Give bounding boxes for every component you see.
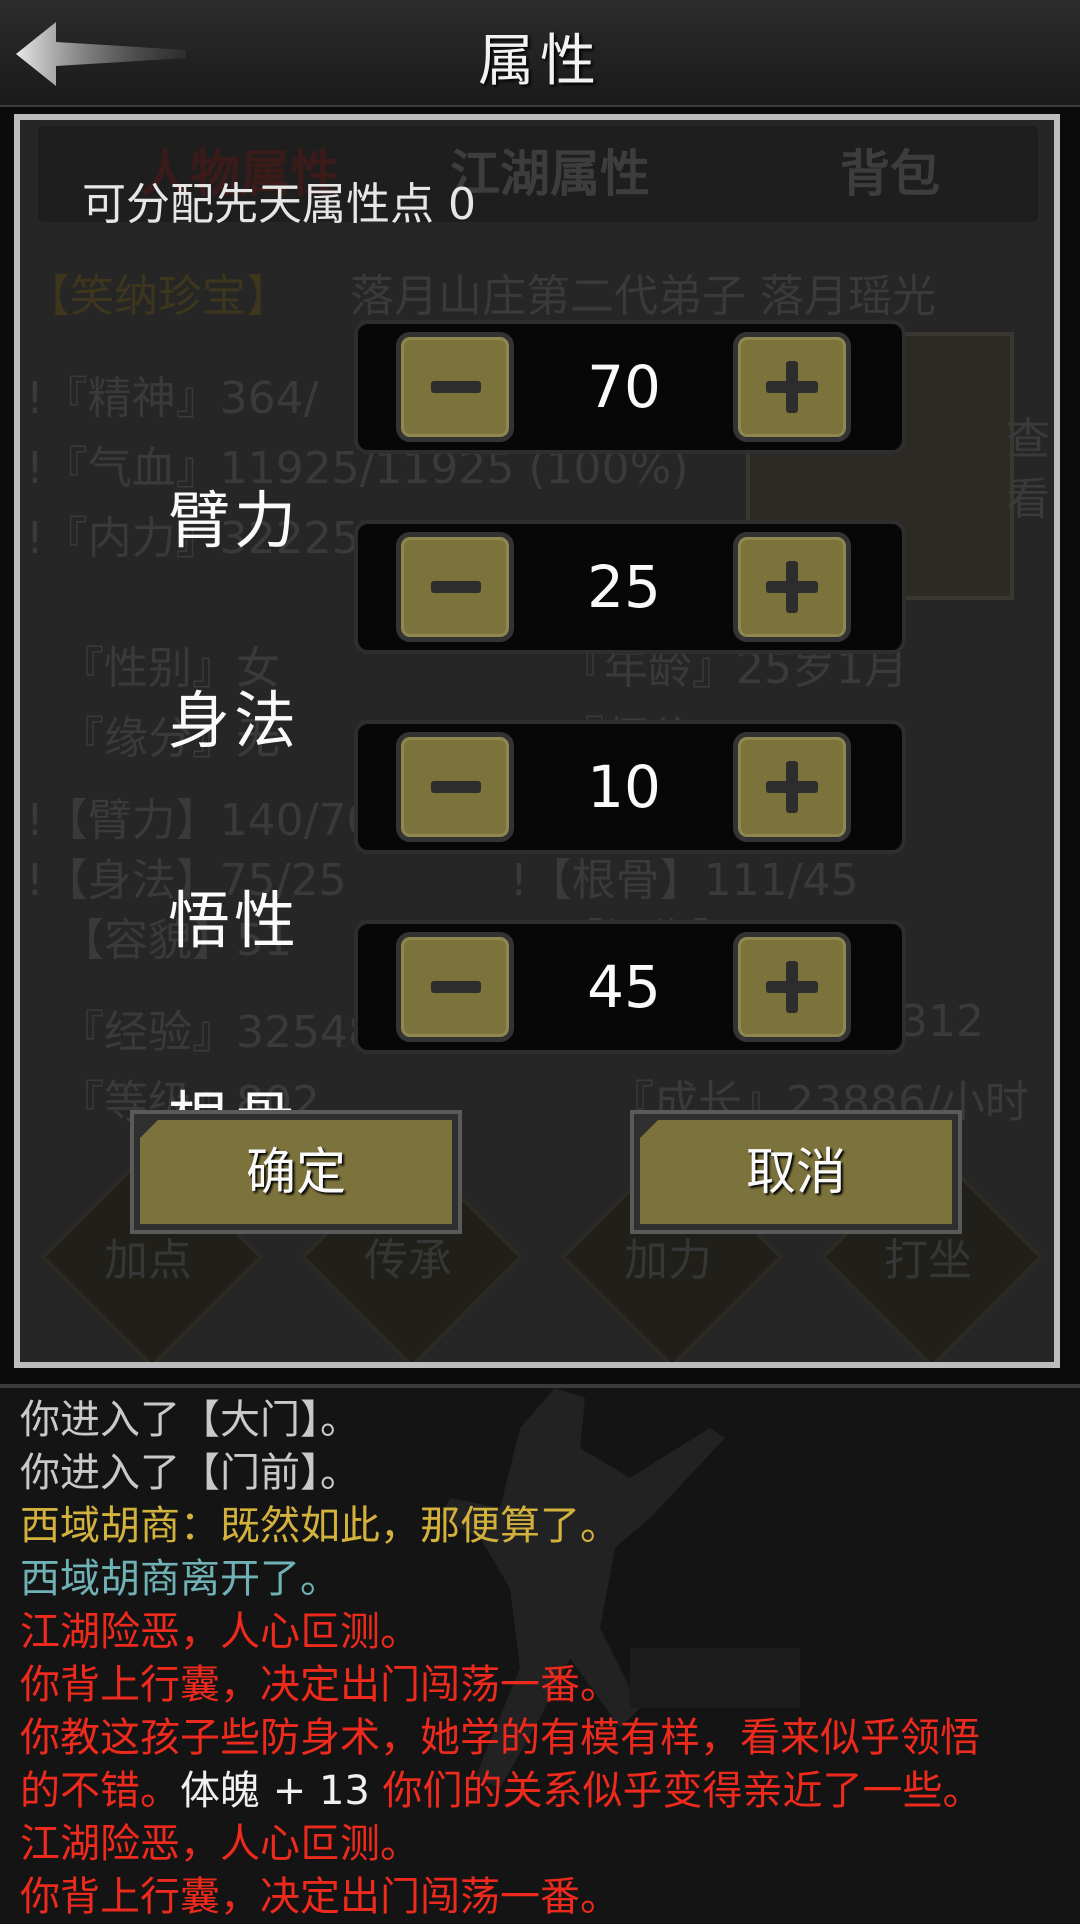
minus-icon (431, 981, 481, 993)
background-character-name: 落月山庄第二代弟子 落月瑶光 (350, 271, 936, 322)
log-line: 西域胡商离开了。 (20, 1556, 340, 1602)
log-line: 你教这孩子些防身术，她学的有模有样，看来似乎领悟 (20, 1715, 980, 1761)
attribute-panel: 人物属性 江湖属性 背包 【笑纳珍宝】 落月山庄第二代弟子 落月瑶光 查看 !『… (14, 114, 1060, 1368)
log-stat-gain: 体魄 + 13 (180, 1768, 370, 1814)
action-meditate: 打坐 (884, 1235, 972, 1286)
agility-value: 25 (587, 553, 661, 621)
confirm-button[interactable]: 确定 (130, 1110, 462, 1234)
strength-decrease-button[interactable] (396, 332, 514, 442)
strength-value: 70 (587, 353, 661, 421)
stat-line: 312 (900, 996, 984, 1047)
log-line: 西域胡商：既然如此，那便算了。 (20, 1503, 620, 1549)
confirm-button-label: 确定 (246, 1143, 346, 1201)
log-segment: 的不错。 (20, 1768, 180, 1814)
comprehension-stepper: 10 (354, 720, 906, 854)
page-title: 属性 (478, 29, 602, 94)
minus-icon (431, 381, 481, 393)
minus-icon (431, 581, 481, 593)
attribute-label-strength: 臂力 (168, 484, 301, 557)
plus-icon (766, 761, 818, 813)
plus-icon (766, 561, 818, 613)
cancel-button[interactable]: 取消 (630, 1110, 962, 1234)
background-title-prefix: 【笑纳珍宝】 (26, 271, 290, 322)
log-line: 你进入了【门前】。 (20, 1450, 360, 1496)
log-line: 你背上行囊，决定出门闯荡一番。 (20, 1874, 620, 1920)
constitution-stepper: 45 (354, 920, 906, 1054)
message-log[interactable]: 你进入了【大门】。 你进入了【门前】。 西域胡商：既然如此，那便算了。 西域胡商… (0, 1384, 1080, 1924)
attribute-label-comprehension: 悟性 (168, 884, 301, 957)
comprehension-value: 10 (587, 753, 661, 821)
attribute-label-agility: 身法 (168, 684, 301, 757)
plus-icon (766, 361, 818, 413)
minus-icon (431, 781, 481, 793)
action-inherit: 传承 (364, 1235, 452, 1286)
constitution-value: 45 (587, 953, 661, 1021)
log-line: 你进入了【大门】。 (20, 1397, 360, 1443)
header-bar: 属性 (0, 0, 1080, 107)
agility-increase-button[interactable] (733, 532, 851, 642)
log-line: 的不错。体魄 + 13 你们的关系似乎变得亲近了一些。 (0, 1765, 1080, 1818)
action-boost: 加力 (624, 1235, 712, 1286)
action-add-points: 加点 (104, 1235, 192, 1286)
cancel-button-label: 取消 (746, 1143, 846, 1201)
plus-icon (766, 961, 818, 1013)
view-button: 查看 (1006, 414, 1050, 525)
constitution-increase-button[interactable] (733, 932, 851, 1042)
strength-stepper: 70 (354, 320, 906, 454)
available-points-label: 可分配先天属性点 0 (82, 179, 476, 230)
log-line: 江湖险恶，人心叵测。 (20, 1821, 420, 1867)
constitution-decrease-button[interactable] (396, 932, 514, 1042)
stat-line: 『经验』32548 (60, 1007, 376, 1058)
agility-decrease-button[interactable] (396, 532, 514, 642)
strength-increase-button[interactable] (733, 332, 851, 442)
comprehension-decrease-button[interactable] (396, 732, 514, 842)
stat-line: !【臂力】140/70 (26, 795, 375, 846)
agility-stepper: 25 (354, 520, 906, 654)
log-line: 你背上行囊，决定出门闯荡一番。 (20, 1662, 620, 1708)
log-line: 江湖险恶，人心叵测。 (20, 1609, 420, 1655)
stat-line: !『精神』364/ (26, 373, 319, 424)
tab-backpack: 背包 (840, 145, 940, 203)
comprehension-increase-button[interactable] (733, 732, 851, 842)
log-segment: 你们的关系似乎变得亲近了一些。 (369, 1768, 983, 1814)
